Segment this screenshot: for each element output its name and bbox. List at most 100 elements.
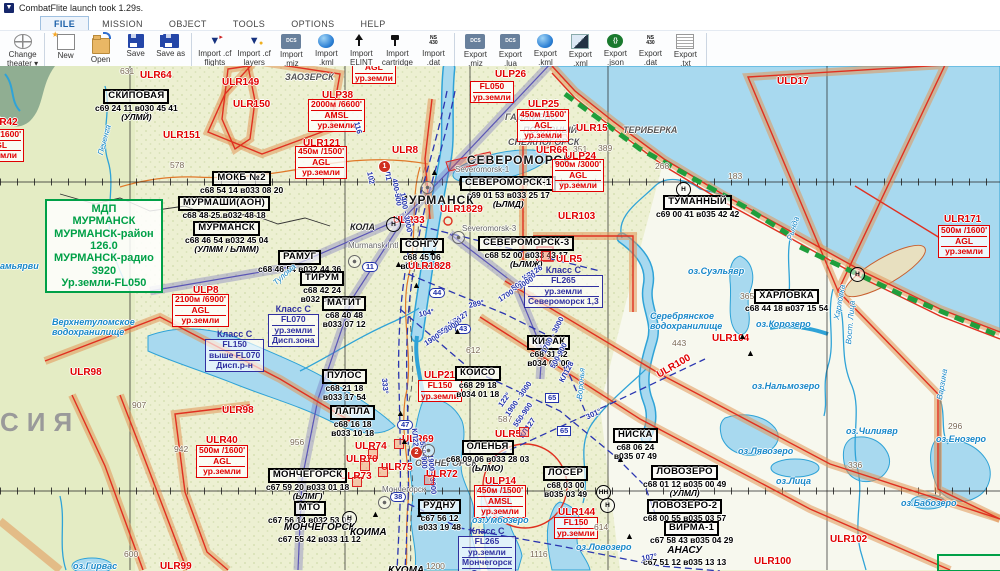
map-zone-label-ulr171: ULR171: [944, 214, 982, 225]
box-line: 500м /1600': [199, 445, 246, 455]
waypoint-name: МОНЧЕГОРСК: [283, 522, 355, 533]
map-rbox-mark: 450м /1600'AGLур.земли: [0, 129, 25, 162]
toolbar-button-import-cartridge[interactable]: Import cartridge: [379, 32, 416, 68]
map-sq-mark: [360, 461, 370, 471]
ns430-icon: NS 430: [646, 34, 655, 46]
map-elev-336: 336: [848, 460, 863, 470]
menu-item-options[interactable]: OPTIONS: [278, 17, 347, 30]
box-line: AGL: [941, 235, 988, 247]
waypoint-name: ЛОСЕР: [543, 466, 589, 481]
toolbar-button-save[interactable]: Save: [118, 32, 153, 68]
box-line: ур.земли: [355, 72, 393, 83]
waypoint-name: СЕВЕРОМОРСК-1: [460, 176, 557, 191]
map-oval-47: 47: [397, 420, 414, 431]
map-oval-11: 11: [362, 262, 378, 273]
toolbar-button-save-as[interactable]: Save as: [153, 32, 188, 68]
waypoint-name: ТУМАННЫЙ: [663, 195, 732, 210]
toolbar-button-export-miz[interactable]: DCS Export .miz: [458, 32, 493, 68]
map-city-заозерск: ЗАОЗЕРСК: [285, 72, 334, 82]
map-aprt-mark: [422, 444, 435, 457]
map-elev-268: 268: [655, 161, 670, 171]
class-airspace-name: Класс C: [217, 329, 253, 339]
toolbar-button-export-dat[interactable]: NS 430 Export .dat: [633, 32, 668, 68]
map-aprt-mark: [452, 231, 465, 244]
waypoint-coords: (УЛМЙ): [121, 112, 152, 123]
menu-item-tools[interactable]: TOOLS: [220, 17, 278, 30]
toolbar-button-export-lua[interactable]: DCS Export .lua: [493, 32, 528, 68]
waypoint-coords: с67 55 42 в033 11 12: [278, 533, 361, 544]
map-elev-183: 183: [728, 171, 743, 181]
menu-item-object[interactable]: OBJECT: [156, 17, 220, 30]
map-sq-mark: [541, 251, 551, 261]
box-line: Оленья: [462, 567, 512, 571]
box-line: Мончегорск: [462, 557, 512, 568]
toolbar-button-import-cf-layers[interactable]: Import .cf layers: [235, 32, 274, 68]
map-elev-1116: 1116: [530, 549, 548, 559]
toolbar-button-import-elint[interactable]: Import ELINT: [344, 32, 379, 68]
map-viewport[interactable]: 631 ULR64 СКИПОВАЯ с69 24 11 в030 45 41 (УЛМ…: [0, 66, 1000, 571]
map-rbox-mark: FL150 ур.земли: [554, 517, 598, 540]
toolbar-button-import-dat[interactable]: NS 430 Import .dat: [416, 32, 451, 68]
menu-item-help[interactable]: HELP: [348, 17, 399, 30]
box-line: AMSL: [311, 109, 362, 121]
menu-item-file[interactable]: FILE: [40, 16, 90, 30]
map-zone-label-ulr1828: ULR1828: [408, 261, 451, 272]
box-line: ур.земли: [557, 527, 595, 538]
box-line: FL265: [474, 536, 500, 547]
box-line: Дисп.зона: [272, 335, 315, 346]
map-lake-оз-енозеро: оз.Енозеро: [936, 434, 987, 444]
map-waypoint-куома: КУОМА: [388, 560, 424, 571]
box-line: 450м /1500': [520, 109, 567, 119]
waypoint-name: ТИРУМ: [300, 271, 345, 286]
toolbar-button-open[interactable]: Open: [83, 32, 118, 68]
map-waypoint-скиповая: СКИПОВАЯ с69 24 11 в030 45 41 (УЛМЙ): [95, 85, 178, 123]
map-awy-116: 116: [352, 120, 365, 135]
box-line: ур.земли: [0, 150, 22, 161]
toolbar-button-export-xml[interactable]: Export .xml: [563, 32, 598, 68]
waypoint-name: СКИПОВАЯ: [103, 89, 170, 104]
map-tri--: ▲: [412, 280, 421, 290]
map-lake-оз-умбозеро: оз.Умбозеро: [472, 515, 529, 525]
map-awy-333-: 333°: [380, 377, 391, 395]
toolbar-button-export-txt[interactable]: Export .txt: [668, 32, 703, 68]
box-line: FL070: [281, 314, 306, 325]
box-line: ур.земли: [473, 91, 511, 102]
map-tri--: ▲: [394, 259, 403, 269]
box-line: 450м /1500': [298, 146, 345, 156]
toolbar-separator: [191, 33, 193, 67]
map-elev-443: 443: [672, 338, 687, 348]
toolbar-button-import-kml[interactable]: Import .kml: [309, 32, 344, 68]
save-icon: [127, 34, 144, 48]
menu-item-mission[interactable]: MISSION: [89, 17, 156, 30]
map-oval-38: 38: [390, 492, 407, 503]
map-elev-296: 296: [948, 421, 963, 431]
toolbar-button-export-kml[interactable]: Export .kml: [528, 32, 563, 68]
toolbar-button-label: Export .json: [603, 49, 628, 68]
map-sq-mark: [424, 475, 434, 485]
waypoint-name: РУДНУ: [418, 499, 461, 514]
toolbar-separator: [44, 33, 46, 67]
map-lake-оз-чилиявр: оз.Чилиявр: [846, 426, 898, 436]
class-airspace-name: Класс C: [469, 526, 505, 536]
toolbar-button-export-json[interactable]: Export .json: [598, 32, 633, 68]
map-zone-label-uld17: ULD17: [777, 76, 809, 87]
title-bar: ▼ CombatFlite launch took 1.29s.: [0, 0, 1000, 15]
toolbar-button-change-theater[interactable]: Change theater ▾: [4, 32, 41, 68]
toolbar-button-label: Open: [90, 55, 111, 64]
toolbar-button-import-cf-flights[interactable]: Import .cf flights: [195, 32, 234, 68]
map-hex-65: 65: [545, 393, 560, 404]
map-heli-н: Н: [386, 217, 401, 232]
map-waypoint-харловка: ХАРЛОВКА с68 44 18 в037 15 54: [745, 285, 828, 313]
toolbar-button-import-miz[interactable]: DCS Import .miz: [274, 32, 309, 68]
map-blue-lab-амьярви: амьярви: [0, 261, 39, 271]
box-line: Ур.земли-FL050: [61, 276, 147, 289]
map-aprt-mark: [378, 496, 391, 509]
toolbar-button-new[interactable]: New: [48, 30, 83, 68]
waypoint-name: МУРМАШИ(АОН): [178, 196, 271, 211]
waypoint-coords: (ЬЛМО): [472, 463, 504, 474]
box-line: AGL: [0, 139, 22, 151]
toolbar-separator: [453, 33, 455, 67]
map-elev-907: 907: [132, 400, 147, 410]
waypoint-name: ЛАПЛА: [330, 405, 376, 420]
map-lake-оз-бабозеро: оз.Бабозеро: [901, 498, 957, 508]
